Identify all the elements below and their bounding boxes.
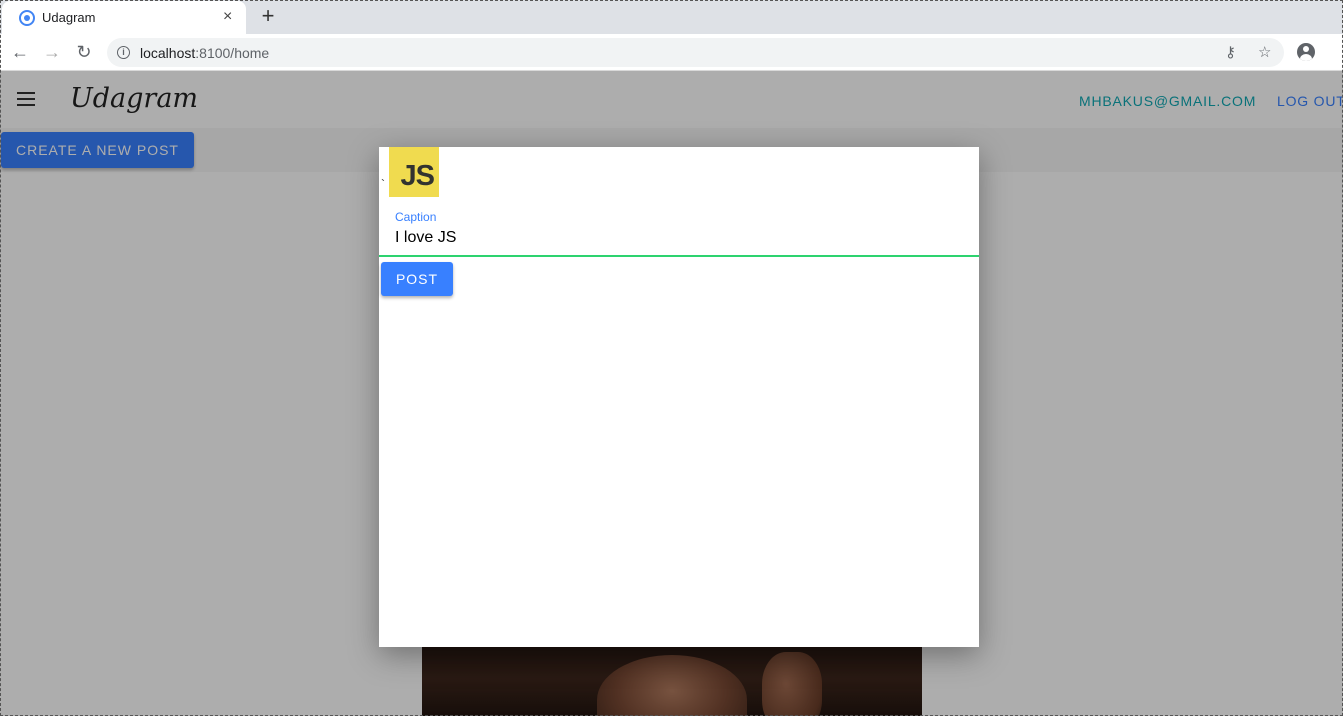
back-icon[interactable]: ← bbox=[8, 40, 32, 64]
post-button[interactable]: POST bbox=[381, 262, 453, 296]
url-path: :8100/home bbox=[195, 45, 270, 61]
close-tab-icon[interactable]: × bbox=[223, 7, 232, 27]
caption-input[interactable] bbox=[395, 227, 955, 249]
stray-character: ` bbox=[381, 177, 385, 191]
ionic-favicon-icon bbox=[19, 10, 35, 26]
url-text: localhost:8100/home bbox=[140, 45, 269, 61]
address-bar[interactable]: i localhost:8100/home ⚷ ☆ bbox=[107, 38, 1284, 67]
reload-icon[interactable]: ↻ bbox=[72, 40, 96, 64]
browser-tab-strip: Udagram × + bbox=[0, 0, 1343, 34]
site-info-icon[interactable]: i bbox=[117, 46, 130, 59]
caption-underline bbox=[379, 255, 979, 257]
new-tab-icon[interactable]: + bbox=[256, 4, 280, 28]
url-host: localhost bbox=[140, 45, 196, 61]
screen: Udagram × + ← → ↻ i localhost:8100/home … bbox=[0, 0, 1343, 716]
browser-toolbar: ← → ↻ i localhost:8100/home ⚷ ☆ bbox=[0, 34, 1343, 71]
browser-tab[interactable]: Udagram × bbox=[2, 1, 246, 34]
forward-icon[interactable]: → bbox=[40, 40, 64, 64]
caption-label: Caption bbox=[395, 210, 437, 224]
image-preview: JS bbox=[389, 147, 439, 197]
tab-title: Udagram bbox=[42, 10, 96, 25]
profile-icon[interactable] bbox=[1297, 43, 1315, 61]
key-icon[interactable]: ⚷ bbox=[1225, 43, 1236, 61]
preview-js-text: JS bbox=[400, 160, 435, 192]
create-post-modal: ` JS Caption POST bbox=[379, 147, 979, 647]
star-icon[interactable]: ☆ bbox=[1258, 43, 1271, 61]
